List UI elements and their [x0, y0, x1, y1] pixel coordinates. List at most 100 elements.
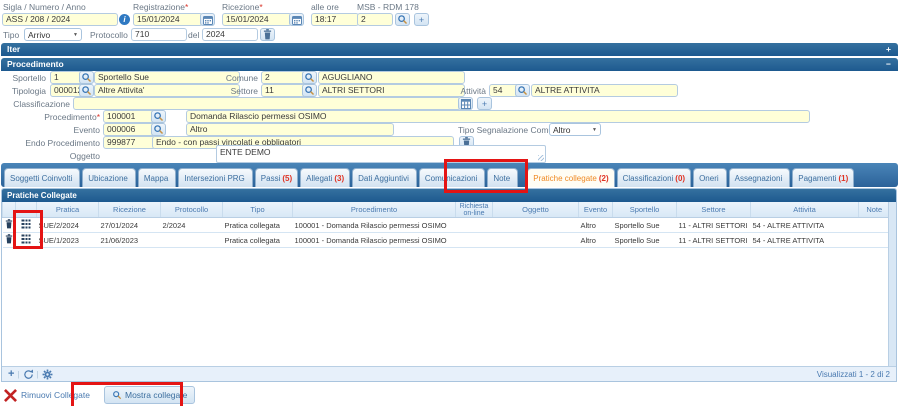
- col-note[interactable]: Note: [859, 202, 890, 218]
- evento-label: Evento: [0, 125, 100, 135]
- plus-icon: +: [482, 99, 487, 109]
- tab-intersezioni-prg[interactable]: Intersezioni PRG: [178, 168, 252, 187]
- col-sportello[interactable]: Sportello: [613, 202, 677, 218]
- attivita-lookup-button[interactable]: [515, 84, 530, 97]
- search-icon: [112, 390, 122, 400]
- tab-allegati[interactable]: Allegati(3): [300, 168, 350, 187]
- cell-protocollo: [161, 233, 223, 248]
- settore-lookup-button[interactable]: [302, 84, 317, 97]
- tab-note[interactable]: Note: [487, 168, 518, 187]
- evento-desc-field[interactable]: Altro: [186, 123, 394, 136]
- cell-oggetto: [493, 218, 579, 233]
- vertical-scrollbar[interactable]: [888, 202, 896, 367]
- delete-protocol-button[interactable]: [260, 28, 275, 41]
- procedimento-code-field[interactable]: 100001: [103, 110, 156, 123]
- search-button[interactable]: [395, 13, 410, 26]
- del-field[interactable]: 2024: [202, 28, 258, 41]
- procedimento-section-bar: Procedimento−: [1, 58, 898, 71]
- cell-ricezione: 21/06/2023: [99, 233, 161, 248]
- col-oggetto[interactable]: Oggetto: [493, 202, 579, 218]
- cell-note: [859, 233, 890, 248]
- iter-section-bar: Iter+: [1, 43, 898, 56]
- refresh-button[interactable]: [23, 369, 34, 380]
- evento-code-field[interactable]: 000006: [103, 123, 156, 136]
- rimuovi-collegate-button[interactable]: Rimuovi Collegate: [4, 389, 90, 402]
- msb-field[interactable]: 2: [357, 13, 393, 26]
- tab-mappa[interactable]: Mappa: [138, 168, 176, 187]
- row-detail-button[interactable]: [16, 218, 37, 233]
- ricezione-field[interactable]: 15/01/2024: [222, 13, 292, 26]
- row-detail-button[interactable]: [16, 233, 37, 248]
- trash-icon: [263, 29, 272, 40]
- classificazione-browse-button[interactable]: [458, 97, 473, 110]
- row-delete-button[interactable]: [3, 233, 16, 248]
- col-pratica[interactable]: Pratica: [37, 202, 99, 218]
- add-button[interactable]: +: [414, 13, 429, 26]
- table-row[interactable]: SUE/1/2023 21/06/2023 Pratica collegata …: [3, 233, 890, 248]
- classificazione-add-button[interactable]: +: [477, 97, 492, 110]
- col-attivita[interactable]: Attivita: [751, 202, 859, 218]
- settore-desc-field[interactable]: ALTRI SETTORI: [318, 84, 465, 97]
- tab-dati-aggiuntivi[interactable]: Dati Aggiuntivi: [352, 168, 417, 187]
- tab-oneri[interactable]: Oneri: [693, 168, 727, 187]
- comune-desc-field[interactable]: AGUGLIANO: [318, 71, 465, 84]
- settore-code-field[interactable]: 11: [261, 84, 307, 97]
- tab-comunicazioni[interactable]: Comunicazioni: [419, 168, 485, 187]
- endo-code-field[interactable]: 999877: [103, 136, 156, 149]
- sportello-label: Sportello: [0, 73, 46, 83]
- registrazione-field[interactable]: 15/01/2024: [133, 13, 203, 26]
- info-icon[interactable]: i: [119, 14, 130, 25]
- col-settore[interactable]: Settore: [677, 202, 751, 218]
- attivita-desc-field[interactable]: ALTRE ATTIVITA: [531, 84, 678, 97]
- alle-ore-field[interactable]: 18:17: [311, 13, 359, 26]
- table-row[interactable]: SUE/2/2024 27/01/2024 2/2024 Pratica col…: [3, 218, 890, 233]
- expand-icon[interactable]: +: [886, 43, 891, 56]
- settings-button[interactable]: [42, 369, 53, 380]
- evento-lookup-button[interactable]: [151, 123, 166, 136]
- refresh-icon: [23, 369, 34, 380]
- chevron-down-icon: ▼: [592, 127, 597, 133]
- tipo-select[interactable]: Arrivo▼: [24, 28, 82, 41]
- procedimento-lookup-button[interactable]: [151, 110, 166, 123]
- tab-ubicazione[interactable]: Ubicazione: [82, 168, 136, 187]
- tab-assegnazioni[interactable]: Assegnazioni: [729, 168, 791, 187]
- cell-evento: Altro: [579, 218, 613, 233]
- col-procedimento[interactable]: Procedimento: [293, 202, 456, 218]
- col-ricezione[interactable]: Ricezione: [99, 202, 161, 218]
- calendar-icon[interactable]: [289, 13, 304, 26]
- row-delete-button[interactable]: [3, 218, 16, 233]
- search-icon: [153, 124, 164, 135]
- mostra-collegate-button[interactable]: Mostra collegate: [104, 386, 195, 404]
- oggetto-textarea[interactable]: ENTE DEMO: [216, 145, 546, 163]
- detail-grid-icon: [21, 219, 31, 229]
- col-protocollo[interactable]: Protocollo: [161, 202, 223, 218]
- add-row-button[interactable]: +: [8, 368, 14, 380]
- comune-code-field[interactable]: 2: [261, 71, 307, 84]
- sportello-lookup-button[interactable]: [79, 71, 94, 84]
- search-icon: [517, 85, 528, 96]
- tipologia-lookup-button[interactable]: [79, 84, 94, 97]
- tab-classificazioni[interactable]: Classificazioni(0): [617, 168, 691, 187]
- sigla-label: Sigla / Numero / Anno: [3, 2, 86, 12]
- calendar-icon[interactable]: [200, 13, 215, 26]
- tab-passi[interactable]: Passi(5): [255, 168, 298, 187]
- detail-grid-icon: [21, 234, 31, 244]
- protocollo-field[interactable]: 710: [131, 28, 187, 41]
- col-evento[interactable]: Evento: [579, 202, 613, 218]
- comune-lookup-button[interactable]: [302, 71, 317, 84]
- tab-pagamenti[interactable]: Pagamenti(1): [792, 168, 854, 187]
- tipologia-label: Tipologia: [0, 86, 46, 96]
- trash-icon: [5, 234, 13, 244]
- col-richiesta-online[interactable]: Richiesta on-line: [456, 202, 493, 218]
- tab-pratiche-collegate[interactable]: Pratiche collegate(2): [527, 168, 614, 187]
- tipo-segnalazione-select[interactable]: Altro▼: [549, 123, 601, 136]
- pratica-detail-page: Sigla / Numero / Anno ASS / 208 / 2024 i…: [0, 0, 900, 406]
- sigla-field[interactable]: ASS / 208 / 2024: [2, 13, 118, 26]
- col-tipo[interactable]: Tipo: [223, 202, 293, 218]
- collapse-icon[interactable]: −: [886, 58, 891, 71]
- settore-label: Settore: [218, 86, 258, 96]
- classificazione-field[interactable]: [73, 97, 461, 110]
- procedimento-desc-field[interactable]: Domanda Rilascio permessi OSIMO: [186, 110, 810, 123]
- search-icon: [81, 72, 92, 83]
- tab-soggetti-coinvolti[interactable]: Soggetti Coinvolti: [4, 168, 80, 187]
